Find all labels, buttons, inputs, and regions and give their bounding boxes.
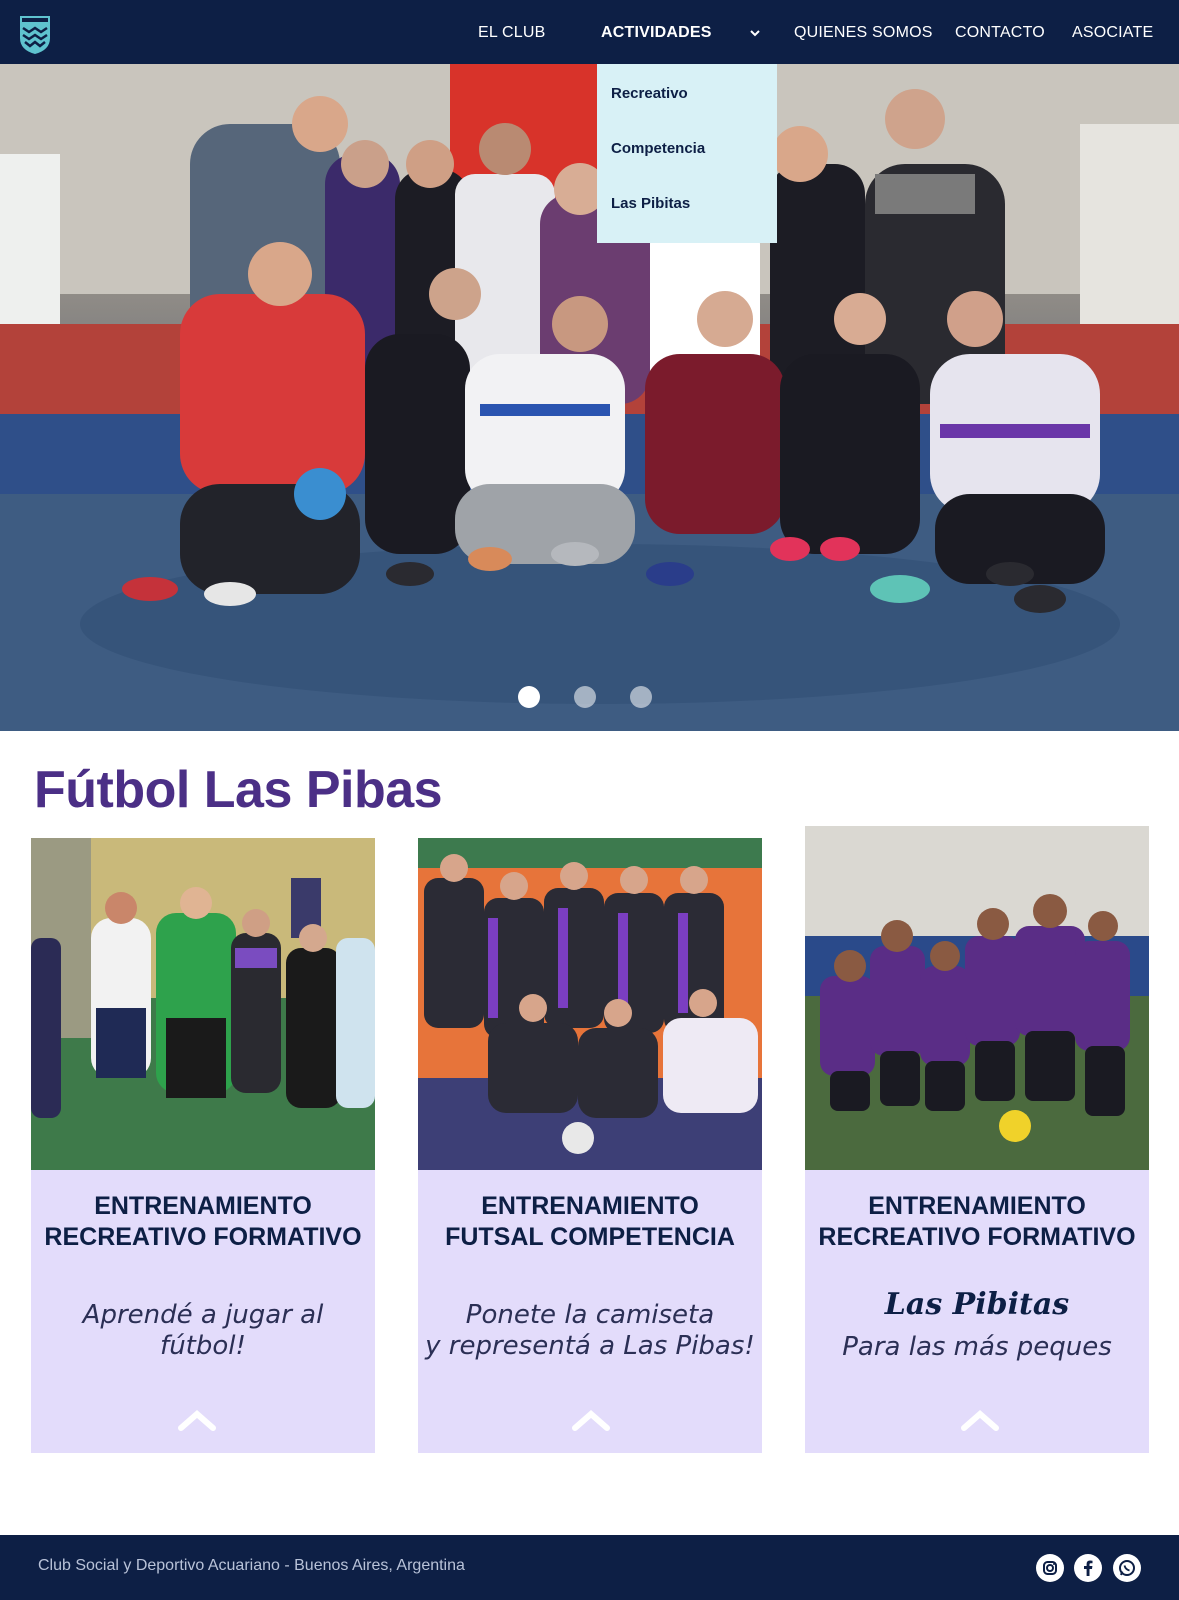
- footer-text: Club Social y Deportivo Acuariano - Buen…: [38, 1557, 465, 1574]
- activity-card-competencia[interactable]: ENTRENAMIENTO FUTSAL COMPETENCIA Ponete …: [418, 838, 762, 1453]
- facebook-icon[interactable]: [1074, 1554, 1102, 1582]
- nav-quienes-somos[interactable]: QUIENES SOMOS: [794, 24, 933, 42]
- card-title-line1: ENTRENAMIENTO: [868, 1192, 1086, 1220]
- activity-card-recreativo[interactable]: ENTRENAMIENTO RECREATIVO FORMATIVO Apren…: [31, 838, 375, 1453]
- card-title-line1: ENTRENAMIENTO: [94, 1192, 312, 1220]
- instagram-icon[interactable]: [1036, 1554, 1064, 1582]
- whatsapp-icon[interactable]: [1113, 1554, 1141, 1582]
- card-script-title: Las Pibitas: [884, 1287, 1070, 1322]
- card-subtitle-line1: Ponete la camiseta: [465, 1300, 715, 1330]
- hero-team-photo: [0, 64, 1179, 731]
- footer: Club Social y Deportivo Acuariano - Buen…: [0, 1535, 1179, 1600]
- activity-card-las-pibitas[interactable]: ENTRENAMIENTO RECREATIVO FORMATIVO Las P…: [805, 826, 1149, 1453]
- card-title-line2: RECREATIVO FORMATIVO: [818, 1223, 1136, 1251]
- card-photo: [805, 826, 1149, 1170]
- chevron-down-icon[interactable]: [748, 26, 762, 40]
- carousel-dot-1[interactable]: [518, 686, 540, 708]
- card-title-line1: ENTRENAMIENTO: [481, 1192, 699, 1220]
- card-title-line2: RECREATIVO FORMATIVO: [44, 1223, 362, 1251]
- nav-asociate[interactable]: ASOCIATE: [1072, 24, 1153, 42]
- top-navbar: EL CLUB ACTIVIDADES QUIENES SOMOS CONTAC…: [0, 0, 1179, 64]
- card-subtitle-line1: Para las más peques: [842, 1332, 1112, 1362]
- card-photo: [31, 838, 375, 1170]
- hero-carousel: [0, 64, 1179, 731]
- card-subtitle-line2: fútbol!: [160, 1331, 246, 1361]
- nav-actividades[interactable]: ACTIVIDADES: [601, 24, 712, 42]
- dropdown-item-las-pibitas[interactable]: Las Pibitas: [611, 195, 690, 212]
- card-subtitle-line1: Aprendé a jugar al: [82, 1300, 324, 1330]
- chevron-up-icon[interactable]: [571, 1408, 611, 1432]
- dropdown-item-competencia[interactable]: Competencia: [611, 140, 705, 157]
- dropdown-item-recreativo[interactable]: Recreativo: [611, 85, 688, 102]
- chevron-up-icon[interactable]: [960, 1408, 1000, 1432]
- actividades-dropdown: Recreativo Competencia Las Pibitas: [597, 64, 777, 243]
- card-title-line2: FUTSAL COMPETENCIA: [445, 1223, 735, 1251]
- card-subtitle-line2: y representá a Las Pibas!: [425, 1331, 755, 1361]
- section-title: Fútbol Las Pibas: [34, 761, 443, 819]
- carousel-dot-2[interactable]: [574, 686, 596, 708]
- chevron-up-icon[interactable]: [177, 1408, 217, 1432]
- card-photo: [418, 838, 762, 1170]
- carousel-dot-3[interactable]: [630, 686, 652, 708]
- club-logo-icon[interactable]: [18, 12, 52, 54]
- nav-el-club[interactable]: EL CLUB: [478, 24, 546, 42]
- nav-contacto[interactable]: CONTACTO: [955, 24, 1045, 42]
